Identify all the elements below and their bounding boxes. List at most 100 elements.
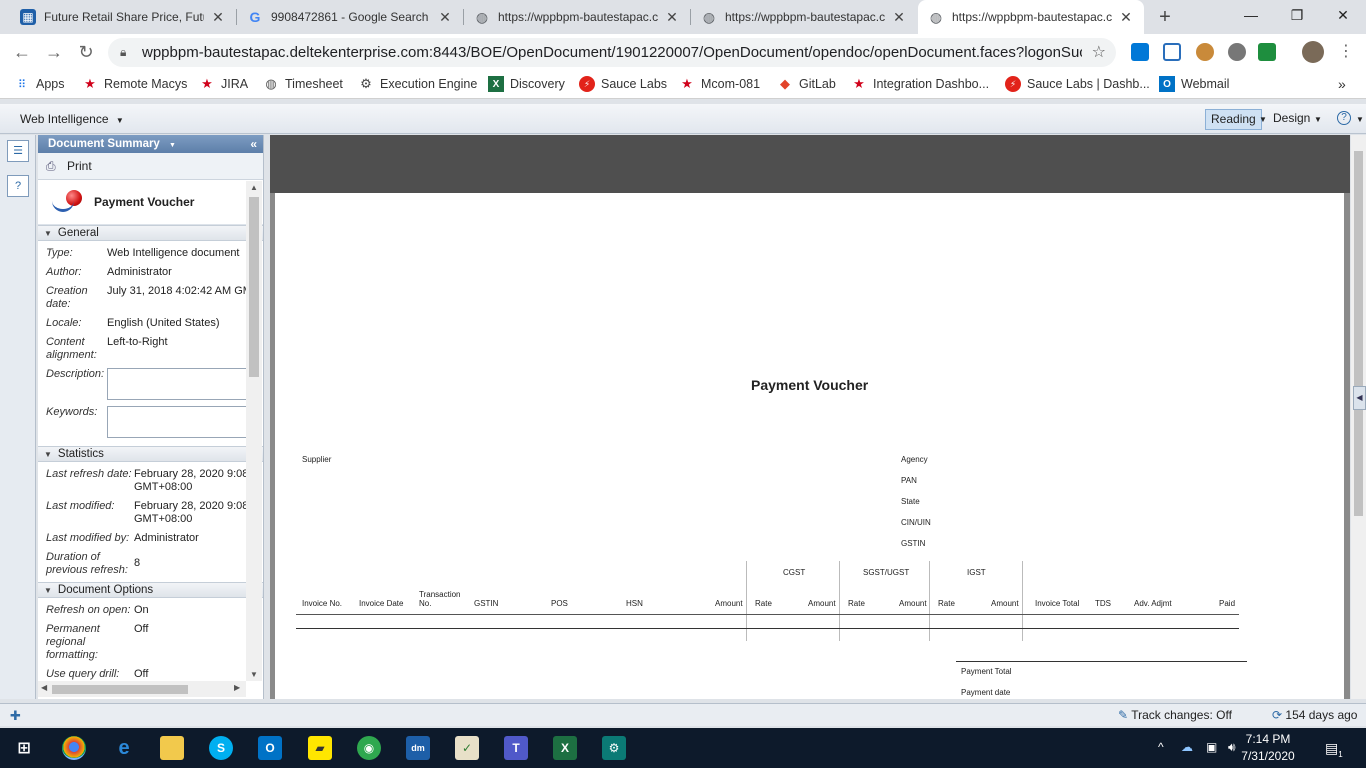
scroll-thumb[interactable] <box>52 685 188 694</box>
help-icon[interactable]: ? <box>1337 111 1351 125</box>
more-bookmarks-button[interactable]: » <box>1338 76 1346 92</box>
collapse-panel-icon[interactable]: « <box>250 135 257 153</box>
app-gear-icon[interactable]: ⚙ <box>602 736 626 760</box>
description-field[interactable] <box>107 368 247 400</box>
app-circle-icon[interactable]: ◉ <box>357 736 381 760</box>
panel-vertical-scrollbar[interactable]: ▲ ▼ <box>246 181 262 681</box>
dm-app-icon[interactable]: dm <box>406 736 430 760</box>
browser-tab[interactable]: ◍ https://wppbpm-bautestapac.c ✕ <box>464 0 690 34</box>
bookmark-item[interactable]: ⠿ Apps <box>14 76 65 92</box>
maximize-button[interactable]: ❐ <box>1274 0 1320 30</box>
project-app-icon[interactable]: ✓ <box>455 736 479 760</box>
bookmark-item[interactable]: ★ Remote Macys <box>82 76 187 92</box>
help-panel-icon[interactable]: ? <box>7 175 29 197</box>
outlook-taskbar-icon[interactable]: O <box>258 736 282 760</box>
status-bar: ✚ ✎ Track changes: Off ⟳ 154 days ago <box>0 703 1366 726</box>
bookmark-item[interactable]: O Webmail <box>1159 76 1229 92</box>
browser-tab[interactable]: ◍ https://wppbpm-bautestapac.c ✕ <box>691 0 917 34</box>
design-mode-button[interactable]: Design <box>1268 109 1315 130</box>
scroll-left-icon[interactable]: ◀ <box>41 683 47 692</box>
close-icon[interactable]: ✕ <box>664 9 680 26</box>
close-icon[interactable]: ✕ <box>210 9 226 26</box>
bookmark-item[interactable]: ⚡ Sauce Labs | Dashb... <box>1005 76 1150 92</box>
avatar[interactable] <box>1302 41 1324 63</box>
bookmark-item[interactable]: ◍ Timesheet <box>263 76 343 92</box>
skype-icon[interactable]: S <box>209 736 233 760</box>
reading-mode-button[interactable]: Reading <box>1205 109 1262 130</box>
section-general[interactable]: ▼ General <box>38 225 263 241</box>
col-cgst-amount: Amount <box>808 599 836 608</box>
webi-app-bar: Web Intelligence ▼ Reading ▼ Design ▼ ? … <box>0 104 1366 134</box>
sheets-extension-icon[interactable] <box>1258 43 1276 61</box>
report-vertical-scrollbar[interactable] <box>1351 135 1366 699</box>
teams-icon[interactable]: T <box>504 736 528 760</box>
circle-extension-icon[interactable] <box>1228 43 1246 61</box>
bookmark-item[interactable]: ★ JIRA <box>199 76 248 92</box>
chevron-down-icon[interactable]: ▼ <box>1259 115 1267 124</box>
app-menu[interactable]: Web Intelligence ▼ <box>20 112 124 126</box>
report-header-band <box>270 135 1350 193</box>
section-statistics[interactable]: ▼ Statistics <box>38 446 263 462</box>
address-bar[interactable]: 🔒︎ wppbpm-bautestapac.deltekenterprise.c… <box>108 38 1116 67</box>
close-icon[interactable]: ✕ <box>437 9 453 26</box>
keywords-field[interactable] <box>107 406 247 438</box>
expand-right-panel-icon[interactable]: ◀ <box>1353 386 1366 410</box>
chevron-down-icon[interactable]: ▼ <box>1314 115 1322 124</box>
excel-icon: X <box>488 76 504 92</box>
track-changes-status[interactable]: ✎ Track changes: Off <box>1118 708 1232 722</box>
scroll-down-icon[interactable]: ▼ <box>246 670 262 679</box>
chevron-up-icon[interactable]: ^ <box>1158 740 1164 754</box>
minimize-button[interactable]: — <box>1228 0 1274 30</box>
network-icon[interactable]: ▣ <box>1206 740 1217 754</box>
bookmark-item[interactable]: ★ Integration Dashbo... <box>851 76 989 92</box>
window-close-button[interactable]: ✕ <box>1320 0 1366 30</box>
new-tab-button[interactable]: + <box>1155 6 1175 29</box>
reload-button[interactable]: ↻ <box>74 40 98 64</box>
printer-icon: ⎙ <box>46 159 56 173</box>
file-explorer-icon[interactable] <box>160 736 184 760</box>
bookmark-item[interactable]: ⚡ Sauce Labs <box>579 76 667 92</box>
edge-taskbar-icon[interactable]: e <box>112 736 136 760</box>
bookmark-star-icon[interactable]: ☆ <box>1092 42 1106 62</box>
browser-tab[interactable]: G 9908472861 - Google Search ✕ <box>237 0 463 34</box>
back-button[interactable]: ← <box>10 40 34 64</box>
print-button[interactable]: Print <box>67 159 92 173</box>
bookmark-item[interactable]: ◆ GitLab <box>777 76 836 92</box>
onedrive-icon[interactable]: ☁ <box>1181 740 1193 754</box>
cookie-extension-icon[interactable] <box>1196 43 1214 61</box>
scroll-right-icon[interactable]: ▶ <box>234 683 240 692</box>
state-label: State <box>901 497 920 506</box>
bookmark-label: GitLab <box>799 77 836 91</box>
close-icon[interactable]: ✕ <box>1118 9 1134 26</box>
document-title-row: Payment Voucher <box>38 180 263 225</box>
gitlab-icon: ◆ <box>780 76 790 91</box>
sauce-labs-icon: ⚡ <box>1005 76 1021 92</box>
chevron-down-icon[interactable]: ▼ <box>1356 115 1364 124</box>
close-icon[interactable]: ✕ <box>891 9 907 26</box>
browser-tab-active[interactable]: ◍ https://wppbpm-bautestapac.c ✕ <box>918 0 1144 34</box>
tab-title: Future Retail Share Price, Futur <box>44 10 204 24</box>
bookmark-item[interactable]: ⚙ Execution Engine <box>358 76 477 92</box>
puzzle-icon[interactable]: ✚ <box>10 708 21 724</box>
scroll-up-icon[interactable]: ▲ <box>246 183 262 192</box>
bookmark-item[interactable]: ★ Mcom-081 <box>679 76 760 92</box>
panel-horizontal-scrollbar[interactable]: ◀ ▶ <box>38 681 246 697</box>
excel-taskbar-icon[interactable]: X <box>553 736 577 760</box>
scroll-thumb[interactable] <box>249 197 259 377</box>
scroll-thumb[interactable] <box>1354 151 1363 516</box>
windows-start-icon[interactable]: ⊞ <box>12 736 36 760</box>
windows-extension-icon[interactable] <box>1131 43 1149 61</box>
chevron-down-icon[interactable]: ▼ <box>169 142 176 149</box>
bluetooth-extension-icon[interactable] <box>1163 43 1181 61</box>
system-clock[interactable]: 7:14 PM 7/31/2020 <box>1228 731 1308 765</box>
section-document-options[interactable]: ▼ Document Options <box>38 582 263 598</box>
bookmark-item[interactable]: X Discovery <box>488 76 565 92</box>
document-summary-icon[interactable]: ☰ <box>7 140 29 162</box>
menu-icon[interactable]: ⋮ <box>1334 40 1358 64</box>
notification-center-icon[interactable]: ▤1 <box>1325 740 1343 759</box>
forward-button[interactable]: → <box>42 40 66 64</box>
browser-tab[interactable]: ▦ Future Retail Share Price, Futur ✕ <box>10 0 236 34</box>
chrome-taskbar-icon[interactable] <box>62 736 86 760</box>
bookmark-label: JIRA <box>221 77 249 91</box>
sticky-notes-icon[interactable]: ▰ <box>308 736 332 760</box>
